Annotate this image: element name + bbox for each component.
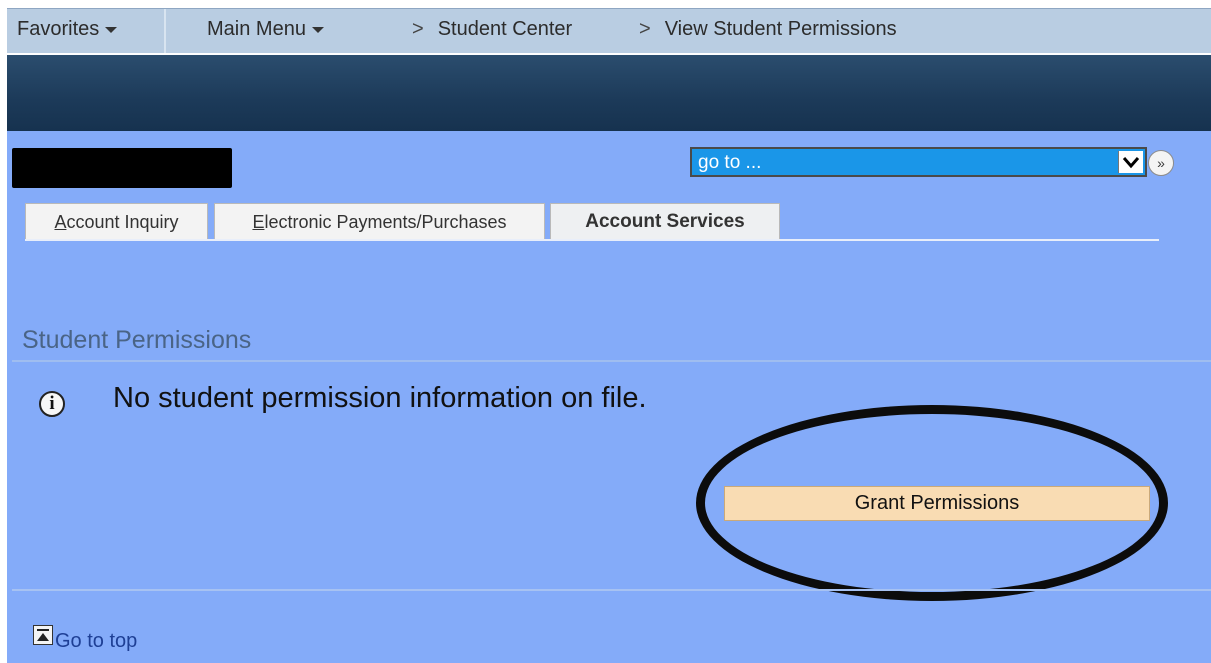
tab-label: ccount Inquiry	[66, 212, 179, 232]
nav-separator	[164, 9, 166, 53]
grant-permissions-button[interactable]: Grant Permissions	[724, 486, 1150, 521]
main-menu[interactable]: Main Menu	[207, 18, 324, 41]
go-button[interactable]: »	[1148, 150, 1174, 176]
bottom-divider	[12, 589, 1211, 591]
page: Favorites Main Menu > Student Center > Vie…	[0, 0, 1211, 663]
chevron-down-icon-graphic	[1122, 157, 1140, 169]
tab-account-inquiry[interactable]: Account Inquiry	[25, 203, 208, 239]
info-icon: i	[39, 391, 65, 417]
favorites-label: Favorites	[17, 18, 100, 40]
page-left-margin	[0, 0, 7, 663]
tab-label: lectronic Payments/Purchases	[264, 212, 507, 232]
tab-accesskey: E	[252, 212, 265, 232]
go-to-top-link[interactable]: Go to top	[55, 630, 137, 653]
top-navigation-bar: Favorites Main Menu > Student Center > Vie…	[7, 8, 1211, 53]
breadcrumb-separator: >	[639, 18, 651, 40]
breadcrumb-view-student-permissions[interactable]: > View Student Permissions	[639, 18, 897, 41]
section-title: Student Permissions	[22, 326, 252, 354]
top-icon-bar	[37, 629, 49, 631]
header-banner	[7, 55, 1211, 131]
tab-label: Account Services	[585, 211, 745, 232]
goto-selected-value: go to ...	[698, 152, 762, 173]
breadcrumb-separator: >	[412, 18, 424, 40]
caret-down-icon	[105, 26, 118, 33]
chevron-down-icon[interactable]	[1118, 151, 1143, 173]
tab-electronic-payments[interactable]: Electronic Payments/Purchases	[214, 203, 545, 239]
breadcrumb-label: Student Center	[437, 18, 573, 40]
section-divider	[12, 360, 1211, 362]
breadcrumb-student-center[interactable]: > Student Center	[412, 18, 572, 41]
tab-accesskey: A	[54, 212, 67, 232]
caret-down-icon	[311, 26, 324, 33]
info-message: No student permission information on fil…	[113, 382, 647, 414]
main-menu-label: Main Menu	[207, 18, 306, 40]
favorites-menu[interactable]: Favorites	[17, 18, 118, 41]
breadcrumb-label: View Student Permissions	[664, 18, 897, 40]
tab-underline	[25, 239, 1159, 241]
goto-select[interactable]: go to ...	[690, 147, 1147, 177]
top-icon-arrow	[37, 633, 49, 641]
redacted-name-block	[12, 148, 232, 188]
tab-account-services[interactable]: Account Services	[550, 203, 780, 239]
main-content: go to ... » Account Inquiry Electronic P…	[7, 131, 1211, 663]
go-to-top-icon[interactable]	[33, 625, 53, 645]
